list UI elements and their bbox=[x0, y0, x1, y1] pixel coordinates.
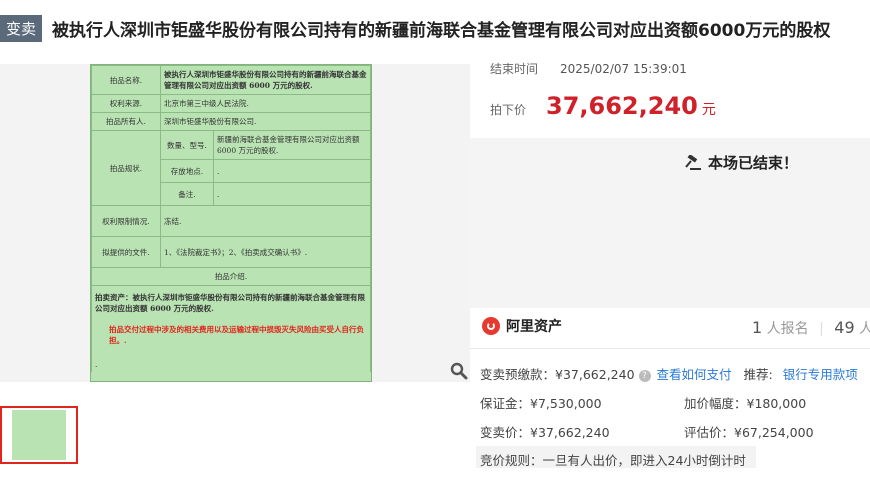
deposit-prepay-label: 变卖预缴款： bbox=[480, 367, 556, 382]
doc-label: 拍品名称. bbox=[91, 65, 161, 95]
price-value: 37,662,240 bbox=[546, 92, 698, 120]
end-time-row: 结束时间 2025/02/07 15:39:01 bbox=[490, 60, 687, 77]
doc-intro-text: 拍卖资产：被执行人深圳市钜盛华股份有限公司持有的新疆前海联合基金管理有限公司对应… bbox=[95, 293, 365, 313]
doc-value: 1、《法院裁定书》；2、《拍卖成交确认书》. bbox=[160, 236, 371, 268]
watchers-label: 人设 bbox=[859, 321, 870, 337]
registered-count: 1 bbox=[752, 318, 763, 337]
doc-sublabel: 存放地点. bbox=[160, 159, 214, 183]
bid-rule: 竞价规则：一旦有人出价，即进入24小时倒计时 bbox=[480, 453, 746, 468]
recommend-label: 推荐: bbox=[743, 367, 773, 382]
increment-value: 加价幅度：¥180,000 bbox=[684, 396, 807, 411]
divider bbox=[470, 348, 870, 349]
price-unit: 元 bbox=[701, 102, 716, 118]
sale-type-badge: 变卖 bbox=[0, 14, 43, 42]
doc-warning: 拍品交付过程中涉及的相关费用以及运输过程中损毁灭失风险由买受人自行负担。. bbox=[109, 325, 364, 345]
doc-label: 权利来源. bbox=[91, 94, 161, 113]
price-row: 拍下价 37,662,240 元 bbox=[490, 92, 716, 120]
deposit-prepay-row: 变卖预缴款：¥37,662,240? 查看如何支付 推荐: 银行专用款项 bbox=[480, 364, 858, 383]
auction-counts: 1 人报名 | 49 人设 bbox=[752, 318, 870, 338]
platform-name: 阿里资产 bbox=[506, 319, 562, 335]
doc-value: 深圳市钜盛华股份有限公司. bbox=[160, 112, 371, 131]
doc-intro-heading: 拍品介绍. bbox=[91, 267, 371, 286]
status-panel bbox=[470, 138, 870, 308]
price-label: 拍下价 bbox=[490, 103, 527, 117]
registered-label: 人报名 bbox=[766, 321, 809, 337]
doc-label: 拍品规状. bbox=[91, 130, 161, 206]
doc-value: 冻结. bbox=[160, 205, 371, 237]
platform-brand: 阿里资产 bbox=[482, 316, 562, 336]
status-message: 本场已结束！ bbox=[684, 152, 798, 173]
status-text: 本场已结束！ bbox=[708, 154, 799, 172]
doc-tail: . bbox=[95, 360, 98, 369]
thumbnail-image bbox=[12, 410, 66, 460]
doc-value: . bbox=[213, 182, 371, 206]
doc-value: 新疆前海联合基金管理有限公司对应出资额 6000 万元的股权. bbox=[213, 130, 371, 160]
doc-label: 拍品所有人. bbox=[91, 112, 161, 131]
bank-account-link[interactable]: 银行专用款项 bbox=[783, 367, 858, 382]
page-title: 被执行人深圳市钜盛华股份有限公司持有的新疆前海联合基金管理有限公司对应出资额60… bbox=[52, 20, 831, 41]
deposit-prepay-value: ¥37,662,240 bbox=[555, 367, 635, 382]
doc-label: 权利限制情况. bbox=[91, 205, 161, 237]
doc-label: 拟提供的文件. bbox=[91, 236, 161, 268]
appraisal-value: 评估价：¥67,254,000 bbox=[684, 425, 814, 440]
doc-value: 北京市第三中级人民法院. bbox=[160, 94, 371, 113]
doc-sublabel: 备注. bbox=[160, 182, 214, 206]
end-time-label: 结束时间 bbox=[490, 62, 539, 76]
ali-assets-logo-icon bbox=[482, 317, 500, 335]
document-image[interactable]: 拍品名称. 被执行人深圳市钜盛华股份有限公司持有的新疆前海联合基金管理有限公司对应… bbox=[90, 64, 372, 382]
title-bar: 变卖 被执行人深圳市钜盛华股份有限公司持有的新疆前海联合基金管理有限公司对应出资… bbox=[0, 12, 870, 44]
sell-price-value: 变卖价：¥37,662,240 bbox=[480, 425, 610, 440]
end-time-value: 2025/02/07 15:39:01 bbox=[560, 62, 687, 76]
doc-value: . bbox=[213, 159, 371, 183]
doc-sublabel: 数量、型号. bbox=[160, 130, 214, 160]
zoom-icon[interactable] bbox=[450, 362, 468, 380]
gavel-icon bbox=[685, 154, 701, 170]
watchers-count: 49 bbox=[834, 318, 855, 337]
how-to-pay-link[interactable]: 查看如何支付 bbox=[657, 367, 732, 382]
doc-value: 被执行人深圳市钜盛华股份有限公司持有的新疆前海联合基金管理有限公司对应出资额 6… bbox=[160, 65, 371, 95]
thumbnail-selected[interactable] bbox=[0, 406, 78, 464]
help-icon[interactable]: ? bbox=[638, 369, 651, 382]
bond-value: 保证金：¥7,530,000 bbox=[480, 396, 602, 411]
